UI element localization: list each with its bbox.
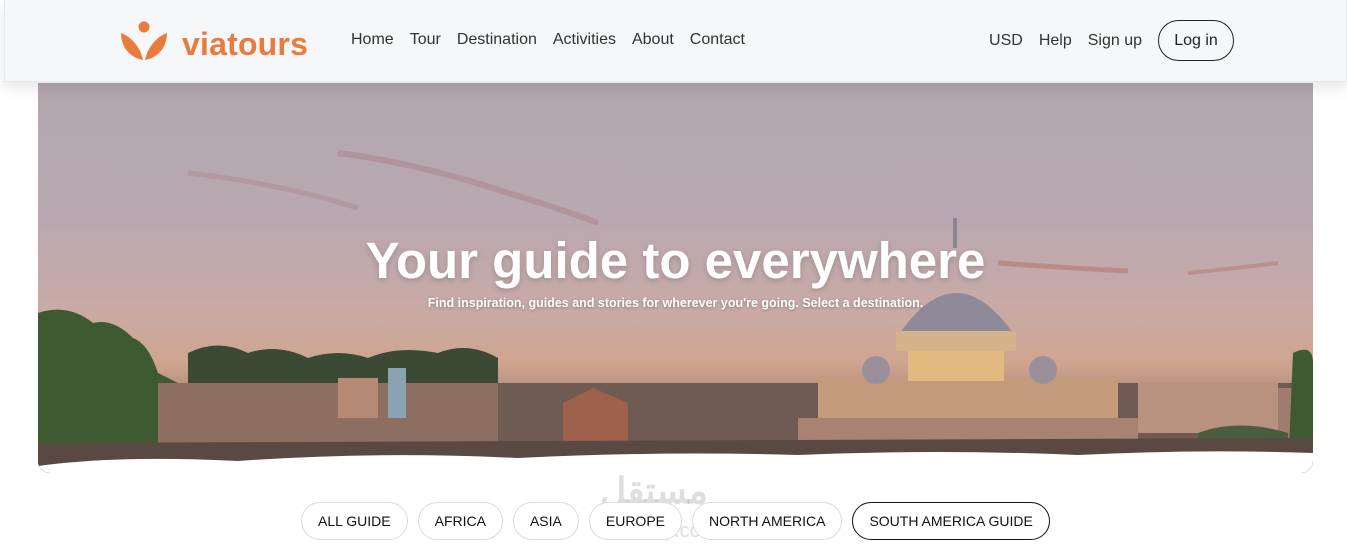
hero-banner: Your guide to everywhere Find inspiratio… <box>38 83 1313 473</box>
nav-home[interactable]: Home <box>351 31 394 49</box>
currency-selector[interactable]: USD <box>989 32 1023 50</box>
hero-subtitle: Find inspiration, guides and stories for… <box>427 296 924 310</box>
nav-contact[interactable]: Contact <box>690 31 745 49</box>
filter-south-america-guide[interactable]: SOUTH AMERICA GUIDE <box>852 502 1050 540</box>
filter-asia[interactable]: ASIA <box>512 502 579 540</box>
site-header: viatours Home Tour Destination Activitie… <box>4 0 1347 82</box>
heart-person-icon <box>119 20 169 67</box>
help-link[interactable]: Help <box>1039 32 1072 50</box>
login-button[interactable]: Log in <box>1158 20 1234 61</box>
signup-link[interactable]: Sign up <box>1088 32 1142 50</box>
filter-north-america[interactable]: NORTH AMERICA <box>692 502 843 540</box>
nav-about[interactable]: About <box>632 31 674 49</box>
brand-logo[interactable]: viatours <box>119 20 308 67</box>
brand-name: viatours <box>182 25 309 62</box>
hero-title: Your guide to everywhere <box>365 232 986 289</box>
filter-all-guide[interactable]: ALL GUIDE <box>301 502 408 540</box>
region-filter-bar: ALL GUIDE AFRICA ASIA EUROPE NORTH AMERI… <box>301 502 1050 540</box>
nav-tour[interactable]: Tour <box>410 31 441 49</box>
header-actions: USD Help Sign up Log in <box>989 20 1234 61</box>
filter-europe[interactable]: EUROPE <box>588 502 682 540</box>
filter-africa[interactable]: AFRICA <box>417 502 503 540</box>
nav-activities[interactable]: Activities <box>553 31 616 49</box>
nav-destination[interactable]: Destination <box>457 31 537 49</box>
main-nav: Home Tour Destination Activities About C… <box>351 31 745 49</box>
